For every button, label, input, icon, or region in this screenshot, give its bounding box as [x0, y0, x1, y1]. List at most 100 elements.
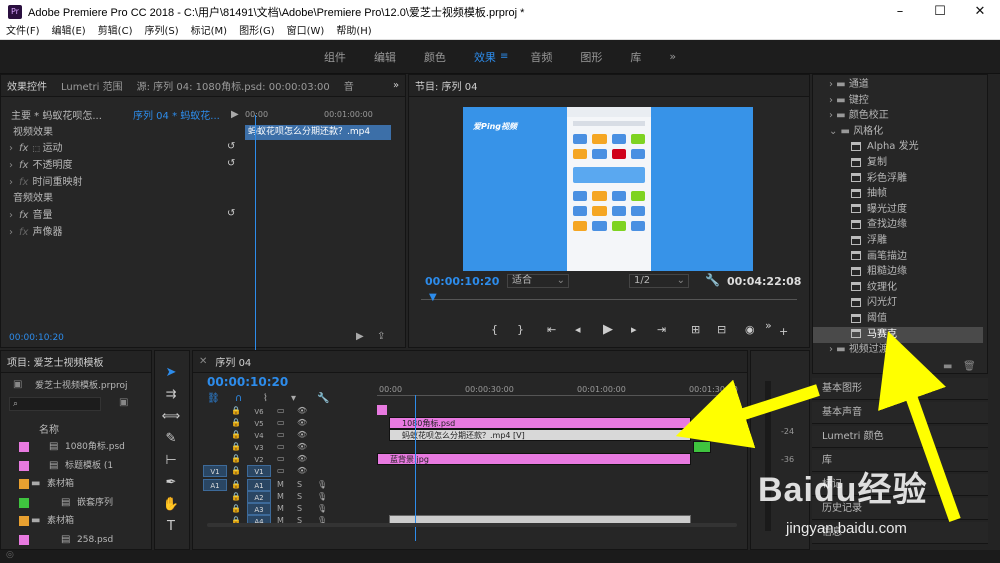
button-editor-icon[interactable]: »: [765, 319, 772, 332]
extract-icon[interactable]: ⊟: [717, 323, 726, 336]
project-item[interactable]: ▤ 嵌套序列: [1, 495, 151, 511]
play-icon[interactable]: ▶: [603, 322, 613, 337]
name-column-header[interactable]: 名称: [39, 421, 59, 436]
reset-volume-icon[interactable]: ↺: [227, 208, 235, 219]
effect-item[interactable]: 抽帧: [813, 186, 983, 202]
source-patch-v1[interactable]: V1: [203, 465, 227, 477]
sync-lock-icon[interactable]: ▭: [277, 405, 285, 417]
new-bin-project-icon[interactable]: ▣: [119, 397, 128, 408]
export-frame-monitor-icon[interactable]: ◉: [745, 323, 755, 336]
timeline-settings-icon[interactable]: 🔧: [317, 393, 329, 404]
workspace-overflow-icon[interactable]: »: [669, 50, 676, 63]
effect-item[interactable]: 粗糙边缘: [813, 264, 983, 280]
project-search-input[interactable]: ⌕: [9, 397, 101, 411]
effect-controls-timecode[interactable]: 00:00:10:20: [9, 333, 64, 343]
effect-item[interactable]: 查找边缘: [813, 217, 983, 233]
selection-tool-icon[interactable]: ➤: [161, 363, 181, 383]
track-lock-icon[interactable]: 🔒: [231, 441, 241, 453]
toggle-output-eye-icon[interactable]: 👁: [297, 441, 307, 453]
program-playhead-icon[interactable]: ▼: [429, 292, 437, 303]
timeline-playhead[interactable]: [415, 395, 416, 541]
opacity-row[interactable]: › fx 不透明度: [9, 158, 72, 174]
minimize-icon[interactable]: –: [880, 0, 920, 24]
workspace-assembly[interactable]: 组件: [324, 49, 346, 65]
tab-lumetri-scopes[interactable]: Lumetri 范围: [61, 78, 123, 93]
toggle-output-eye-icon[interactable]: 👁: [297, 465, 307, 477]
zoom-select[interactable]: 适合 ⌄: [507, 274, 569, 288]
resolution-select[interactable]: 1/2 ⌄: [629, 274, 689, 288]
play-clip-icon[interactable]: ▶: [231, 109, 239, 120]
reset-opacity-icon[interactable]: ↺: [227, 158, 235, 169]
track-target-v1[interactable]: V1: [247, 465, 271, 477]
effect-item[interactable]: 浮雕: [813, 233, 983, 249]
track-lock-icon[interactable]: 🔒: [231, 405, 241, 417]
effect-item[interactable]: 曝光过度: [813, 202, 983, 218]
toggle-output-eye-icon[interactable]: 👁: [297, 405, 307, 417]
mute-button[interactable]: M: [277, 479, 284, 491]
step-back-icon[interactable]: ◂: [575, 323, 581, 336]
type-tool-icon[interactable]: T: [161, 517, 181, 537]
effect-item[interactable]: › ▬ 颜色校正: [813, 108, 983, 124]
maximize-icon[interactable]: ☐: [920, 0, 960, 24]
effect-item[interactable]: 闪光灯: [813, 295, 983, 311]
track-lock-icon[interactable]: 🔒: [231, 491, 241, 503]
effect-item[interactable]: 彩色浮雕: [813, 171, 983, 187]
add-marker-icon[interactable]: ▾: [291, 393, 296, 404]
menu-clip[interactable]: 剪辑(C): [92, 24, 139, 39]
export-frame-icon[interactable]: ⇪: [377, 331, 385, 342]
panner-row[interactable]: › fx 声像器: [9, 225, 62, 241]
workspace-audio[interactable]: 音频: [530, 49, 552, 65]
panel-overflow-icon[interactable]: »: [393, 80, 399, 91]
source-patch-a1[interactable]: A1: [203, 479, 227, 491]
track-lock-icon[interactable]: 🔒: [231, 417, 241, 429]
volume-row[interactable]: › fx 音量: [9, 208, 52, 224]
sync-lock-icon[interactable]: ▭: [277, 453, 285, 465]
track-target-v3[interactable]: V3: [247, 441, 271, 453]
tab-source[interactable]: 源: 序列 04: 1080角标.psd: 00:00:03:00: [137, 78, 330, 93]
mark-out-icon[interactable]: }: [517, 323, 524, 336]
motion-row[interactable]: › fx ⬚ 运动: [9, 141, 63, 157]
track-lock-icon[interactable]: 🔒: [231, 479, 241, 491]
program-scrub-bar[interactable]: [421, 299, 797, 300]
delete-icon[interactable]: 🗑: [963, 361, 976, 372]
voice-over-icon[interactable]: 🎙: [317, 479, 327, 491]
track-select-tool-icon[interactable]: ⇉: [161, 385, 181, 405]
reset-motion-icon[interactable]: ↺: [227, 141, 235, 152]
track-target-v5[interactable]: V5: [247, 417, 271, 429]
add-button-icon[interactable]: +: [779, 325, 788, 338]
project-item[interactable]: ▤ 258.psd: [1, 532, 151, 548]
effect-item[interactable]: 纹理化: [813, 280, 983, 296]
track-target-v4[interactable]: V4: [247, 429, 271, 441]
program-video-frame[interactable]: 爱Ping视频: [463, 107, 753, 271]
clip-mp4-video[interactable]: 蚂蚁花呗怎么分期还款？.mp4 [V]: [389, 429, 691, 441]
solo-button[interactable]: S: [297, 503, 302, 515]
menu-marker[interactable]: 标记(M): [185, 24, 233, 39]
toggle-output-eye-icon[interactable]: 👁: [297, 417, 307, 429]
project-title[interactable]: 项目: 爱芝士视频模板: [7, 354, 104, 369]
project-item[interactable]: ▬ 素材箱: [1, 513, 151, 529]
effect-item[interactable]: 画笔描边: [813, 249, 983, 265]
lift-icon[interactable]: ⊞: [691, 323, 700, 336]
track-target-a1[interactable]: A1: [247, 479, 271, 491]
project-item[interactable]: ▤ 标题模板 (1: [1, 458, 151, 474]
workspace-color[interactable]: 颜色: [424, 49, 446, 65]
menu-help[interactable]: 帮助(H): [330, 24, 377, 39]
menu-edit[interactable]: 编辑(E): [46, 24, 92, 39]
effect-item[interactable]: 阈值: [813, 311, 983, 327]
effect-item[interactable]: › ▬ 通道: [813, 77, 983, 93]
effect-item[interactable]: 马赛克: [813, 326, 983, 343]
side-panel-tab[interactable]: Lumetri 颜色: [812, 426, 988, 448]
step-forward-icon[interactable]: ▸: [631, 323, 637, 336]
go-to-in-icon[interactable]: ⇤: [547, 323, 556, 336]
voice-over-icon[interactable]: 🎙: [317, 503, 327, 515]
play-audio-icon[interactable]: ▶: [356, 331, 364, 342]
effect-item[interactable]: ⌄ ▬ 风格化: [813, 124, 983, 140]
linked-selection-icon[interactable]: ⌇: [263, 393, 268, 404]
project-item[interactable]: ▤ 1080角标.psd: [1, 439, 151, 455]
mini-playhead[interactable]: [255, 115, 256, 355]
program-timecode[interactable]: 00:00:10:20: [425, 275, 499, 288]
menu-window[interactable]: 窗口(W): [281, 24, 331, 39]
nest-icon[interactable]: ⛓: [207, 393, 220, 404]
workspace-menu-icon[interactable]: ≡: [500, 51, 508, 62]
clip-nested-sequence[interactable]: [693, 441, 711, 453]
